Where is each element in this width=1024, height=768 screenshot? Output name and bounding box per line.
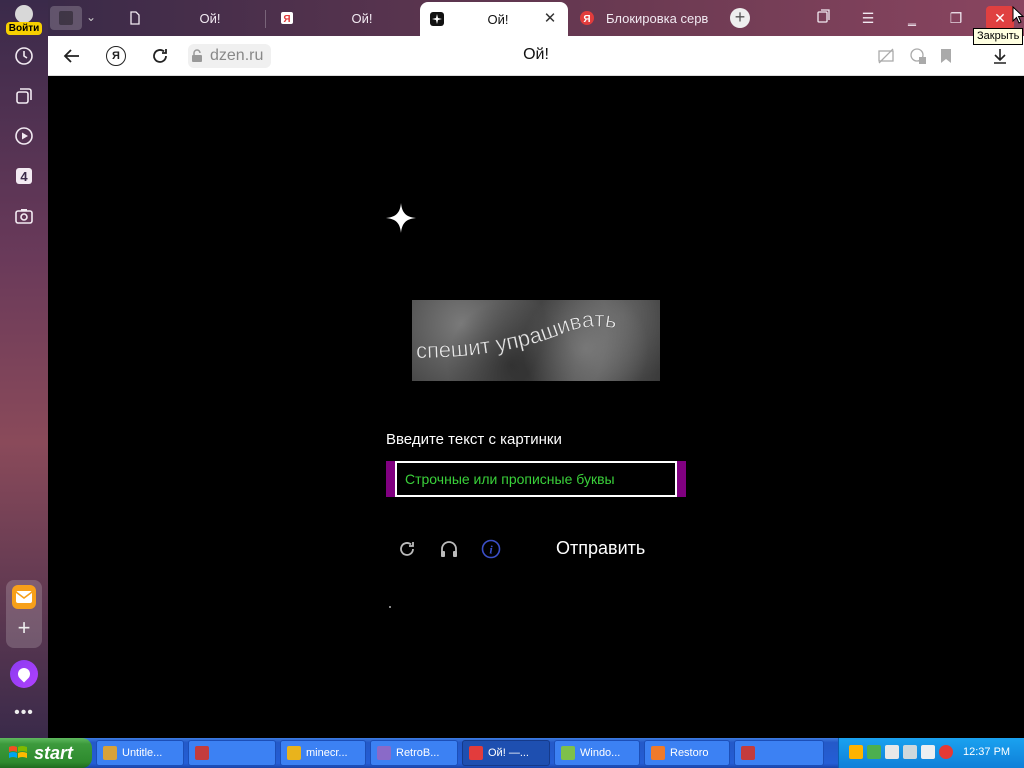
close-tooltip: Закрыть — [973, 28, 1024, 45]
app-icon — [469, 746, 483, 760]
browser-window: Войти 4 + ••• ⌄ Ой! Я Ой! Ой! ✕ Я Блокир… — [0, 0, 1024, 768]
search-tray-icon[interactable] — [849, 745, 863, 759]
captcha-image: спешит упрашивать — [412, 300, 660, 381]
taskbar-task[interactable] — [734, 740, 824, 766]
tab-strip: ⌄ Ой! Я Ой! Ой! ✕ Я Блокировка серв + ☰ … — [48, 0, 1024, 36]
sparkle-icon — [430, 12, 444, 26]
captcha-input-frame — [386, 461, 686, 497]
tabs-manager-icon[interactable] — [810, 6, 838, 30]
close-window-button[interactable]: ✕ — [986, 6, 1014, 30]
taskbar-task[interactable]: Untitle... — [96, 740, 184, 766]
app-icon — [287, 746, 301, 760]
task-label: minecr... — [306, 747, 348, 759]
captcha-prompt: Введите текст с картинки — [386, 431, 562, 448]
task-label: Ой! —... — [488, 747, 529, 759]
taskbar-task[interactable]: Windo... — [554, 740, 640, 766]
task-label: Windo... — [580, 747, 621, 759]
tab-separator — [265, 10, 266, 28]
svg-text:Я: Я — [583, 14, 590, 25]
taskbar-task[interactable]: Ой! —... — [462, 740, 550, 766]
image-blocked-icon[interactable] — [876, 46, 896, 66]
chevron-down-icon[interactable]: ⌄ — [86, 10, 100, 24]
task-label: Restoro — [670, 747, 709, 759]
info-icon[interactable]: i — [480, 538, 502, 560]
taskbar-task[interactable]: minecr... — [280, 740, 366, 766]
svg-text:Я: Я — [283, 14, 290, 25]
app-icon — [103, 746, 117, 760]
tab-title: Ой! — [351, 10, 373, 26]
page-content: спешит упрашивать Введите текст с картин… — [48, 76, 1024, 738]
volume-tray-icon[interactable] — [903, 745, 917, 759]
screenshot-icon[interactable] — [10, 202, 38, 230]
taskbar-task[interactable]: RetroB... — [370, 740, 458, 766]
app-icon — [195, 746, 209, 760]
svg-text:спешит упрашивать: спешит упрашивать — [416, 306, 619, 363]
yandex-red-icon: Я — [580, 11, 594, 25]
captcha-text: спешит упрашивать — [416, 306, 619, 363]
menu-icon[interactable]: ☰ — [854, 6, 882, 30]
browser-sidebar: Войти 4 + ••• — [0, 0, 48, 738]
captcha-answer-input[interactable] — [395, 461, 677, 497]
sidebar-apps-panel: + — [6, 580, 42, 648]
svg-text:i: i — [489, 543, 493, 557]
taskbar-task[interactable]: Restoro — [644, 740, 730, 766]
tab-title: Блокировка серв — [606, 10, 709, 26]
safely-remove-tray-icon[interactable] — [885, 745, 899, 759]
tab-oi-1[interactable]: Ой! — [118, 2, 266, 34]
bookmark-icon[interactable] — [936, 46, 956, 66]
svg-text:4: 4 — [20, 169, 28, 184]
user-avatar-icon — [15, 5, 33, 23]
app-icon — [741, 746, 755, 760]
tab-oi-active[interactable]: Ой! ✕ — [420, 2, 568, 36]
protect-icon[interactable] — [908, 46, 928, 66]
app-icon — [377, 746, 391, 760]
logo-sparkle-icon — [386, 203, 416, 233]
task-label: Untitle... — [122, 747, 163, 759]
tab-oi-2[interactable]: Я Ой! — [270, 2, 418, 34]
number-four-icon[interactable]: 4 — [10, 162, 38, 190]
collections-icon[interactable] — [10, 82, 38, 110]
submit-button[interactable]: Отправить — [556, 538, 645, 559]
mouse-cursor-icon — [1012, 6, 1024, 24]
network-tray-icon[interactable] — [867, 745, 881, 759]
new-tab-button[interactable]: + — [730, 8, 750, 28]
taskbar-task[interactable] — [188, 740, 276, 766]
app-icon — [561, 746, 575, 760]
minimize-button[interactable]: ‗ — [898, 6, 926, 30]
tab-title: Ой! — [487, 11, 509, 27]
captcha-text-graphic: спешит упрашивать — [416, 306, 619, 363]
video-icon[interactable] — [10, 122, 38, 150]
clock: 12:37 PM — [963, 746, 1011, 758]
login-button[interactable]: Войти — [6, 3, 42, 35]
history-icon[interactable] — [10, 42, 38, 70]
tab-groups-button[interactable] — [50, 6, 82, 30]
address-bar: Я dzen.ru Ой! — [48, 36, 1024, 76]
alert-tray-icon[interactable] — [939, 745, 953, 759]
system-tray: 12:37 PM — [838, 738, 1024, 768]
clock-tray-icon[interactable] — [921, 745, 935, 759]
download-icon[interactable] — [990, 46, 1010, 66]
more-icon[interactable]: ••• — [10, 704, 38, 724]
mail-icon[interactable] — [12, 585, 36, 609]
app-icon — [651, 746, 665, 760]
restore-button[interactable]: ❐ — [942, 6, 970, 30]
yandex-ya-icon: Я — [281, 12, 293, 25]
refresh-captcha-icon[interactable] — [396, 538, 418, 560]
decorative-dot — [389, 606, 391, 608]
audio-captcha-icon[interactable] — [438, 538, 460, 560]
close-tab-icon[interactable]: ✕ — [540, 9, 560, 29]
tab-title: Ой! — [199, 10, 221, 26]
start-button[interactable]: start — [0, 738, 92, 768]
windows-flag-icon — [9, 746, 27, 758]
task-label: RetroB... — [396, 747, 440, 759]
tab-blocking[interactable]: Я Блокировка серв — [570, 2, 718, 34]
page-icon — [130, 11, 140, 25]
add-app-button[interactable]: + — [14, 617, 34, 639]
start-label: start — [34, 742, 74, 763]
login-label: Войти — [6, 22, 42, 35]
windows-taskbar: start Untitle... minecr... RetroB... Ой! —.… — [0, 738, 1024, 768]
alice-assistant-icon[interactable] — [10, 660, 38, 688]
